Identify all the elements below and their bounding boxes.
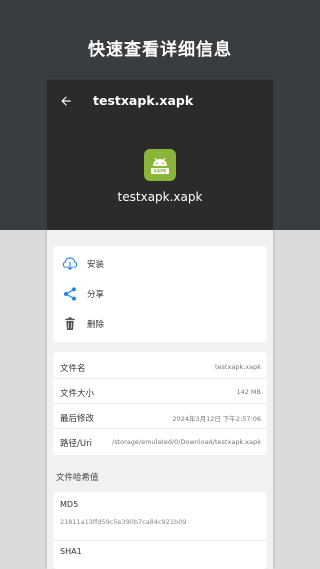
info-row-filename: 文件名 testxapk.xapk (53, 354, 267, 379)
hash-label-sha1: SHA1 (60, 547, 82, 556)
delete-label: 删除 (87, 320, 105, 330)
info-key: 文件大小 (60, 389, 95, 399)
info-value: /storage/emulated/0/Download/testxapk.xa… (112, 438, 261, 446)
install-icon (62, 257, 78, 271)
info-value: testxapk.xapk (215, 363, 261, 371)
header-filename: testxapk.xapk (117, 190, 203, 204)
info-row-modified: 最后修改 2024年3月12日 下午2:57:06 (53, 404, 267, 429)
promo-title: 快速查看详细信息 (88, 40, 232, 60)
info-value: 2024年3月12日 下午2:57:06 (172, 415, 261, 423)
arrow-left-icon (61, 96, 71, 106)
info-key: 路径/Uri (60, 439, 92, 449)
delete-action[interactable]: 删除 (53, 309, 267, 339)
hash-section-title: 文件哈希值 (56, 473, 99, 483)
file-header: testxapk.xapk XAPK testxapk.xapk (47, 80, 273, 230)
actions-card: 安装 分享 删除 (53, 246, 267, 342)
divider (53, 540, 267, 541)
install-action[interactable]: 安装 (53, 249, 267, 279)
share-action[interactable]: 分享 (53, 279, 267, 309)
back-button[interactable] (55, 90, 77, 112)
info-row-size: 文件大小 142 MB (53, 379, 267, 404)
icon-badge-text: XAPK (154, 169, 168, 174)
phone-screen: testxapk.xapk XAPK testxapk.xapk 安装 分享 删… (47, 80, 273, 569)
install-label: 安装 (87, 260, 105, 270)
appbar-title: testxapk.xapk (93, 93, 194, 108)
android-xapk-icon: XAPK (144, 149, 176, 181)
share-label: 分享 (87, 290, 105, 300)
hash-value-md5[interactable]: 21811a13ffd59c5e390b7ca84c921b09 (60, 518, 186, 526)
trash-icon (65, 317, 75, 330)
file-info-card: 文件名 testxapk.xapk 文件大小 142 MB 最后修改 2024年… (53, 352, 267, 455)
info-key: 最后修改 (60, 414, 95, 424)
info-key: 文件名 (60, 364, 86, 374)
hash-card: MD5 21811a13ffd59c5e390b7ca84c921b09 SHA… (53, 492, 267, 569)
info-value: 142 MB (236, 388, 261, 396)
info-row-path: 路径/Uri /storage/emulated/0/Download/test… (53, 429, 267, 454)
share-icon (64, 287, 76, 301)
hash-label-md5: MD5 (60, 500, 79, 509)
